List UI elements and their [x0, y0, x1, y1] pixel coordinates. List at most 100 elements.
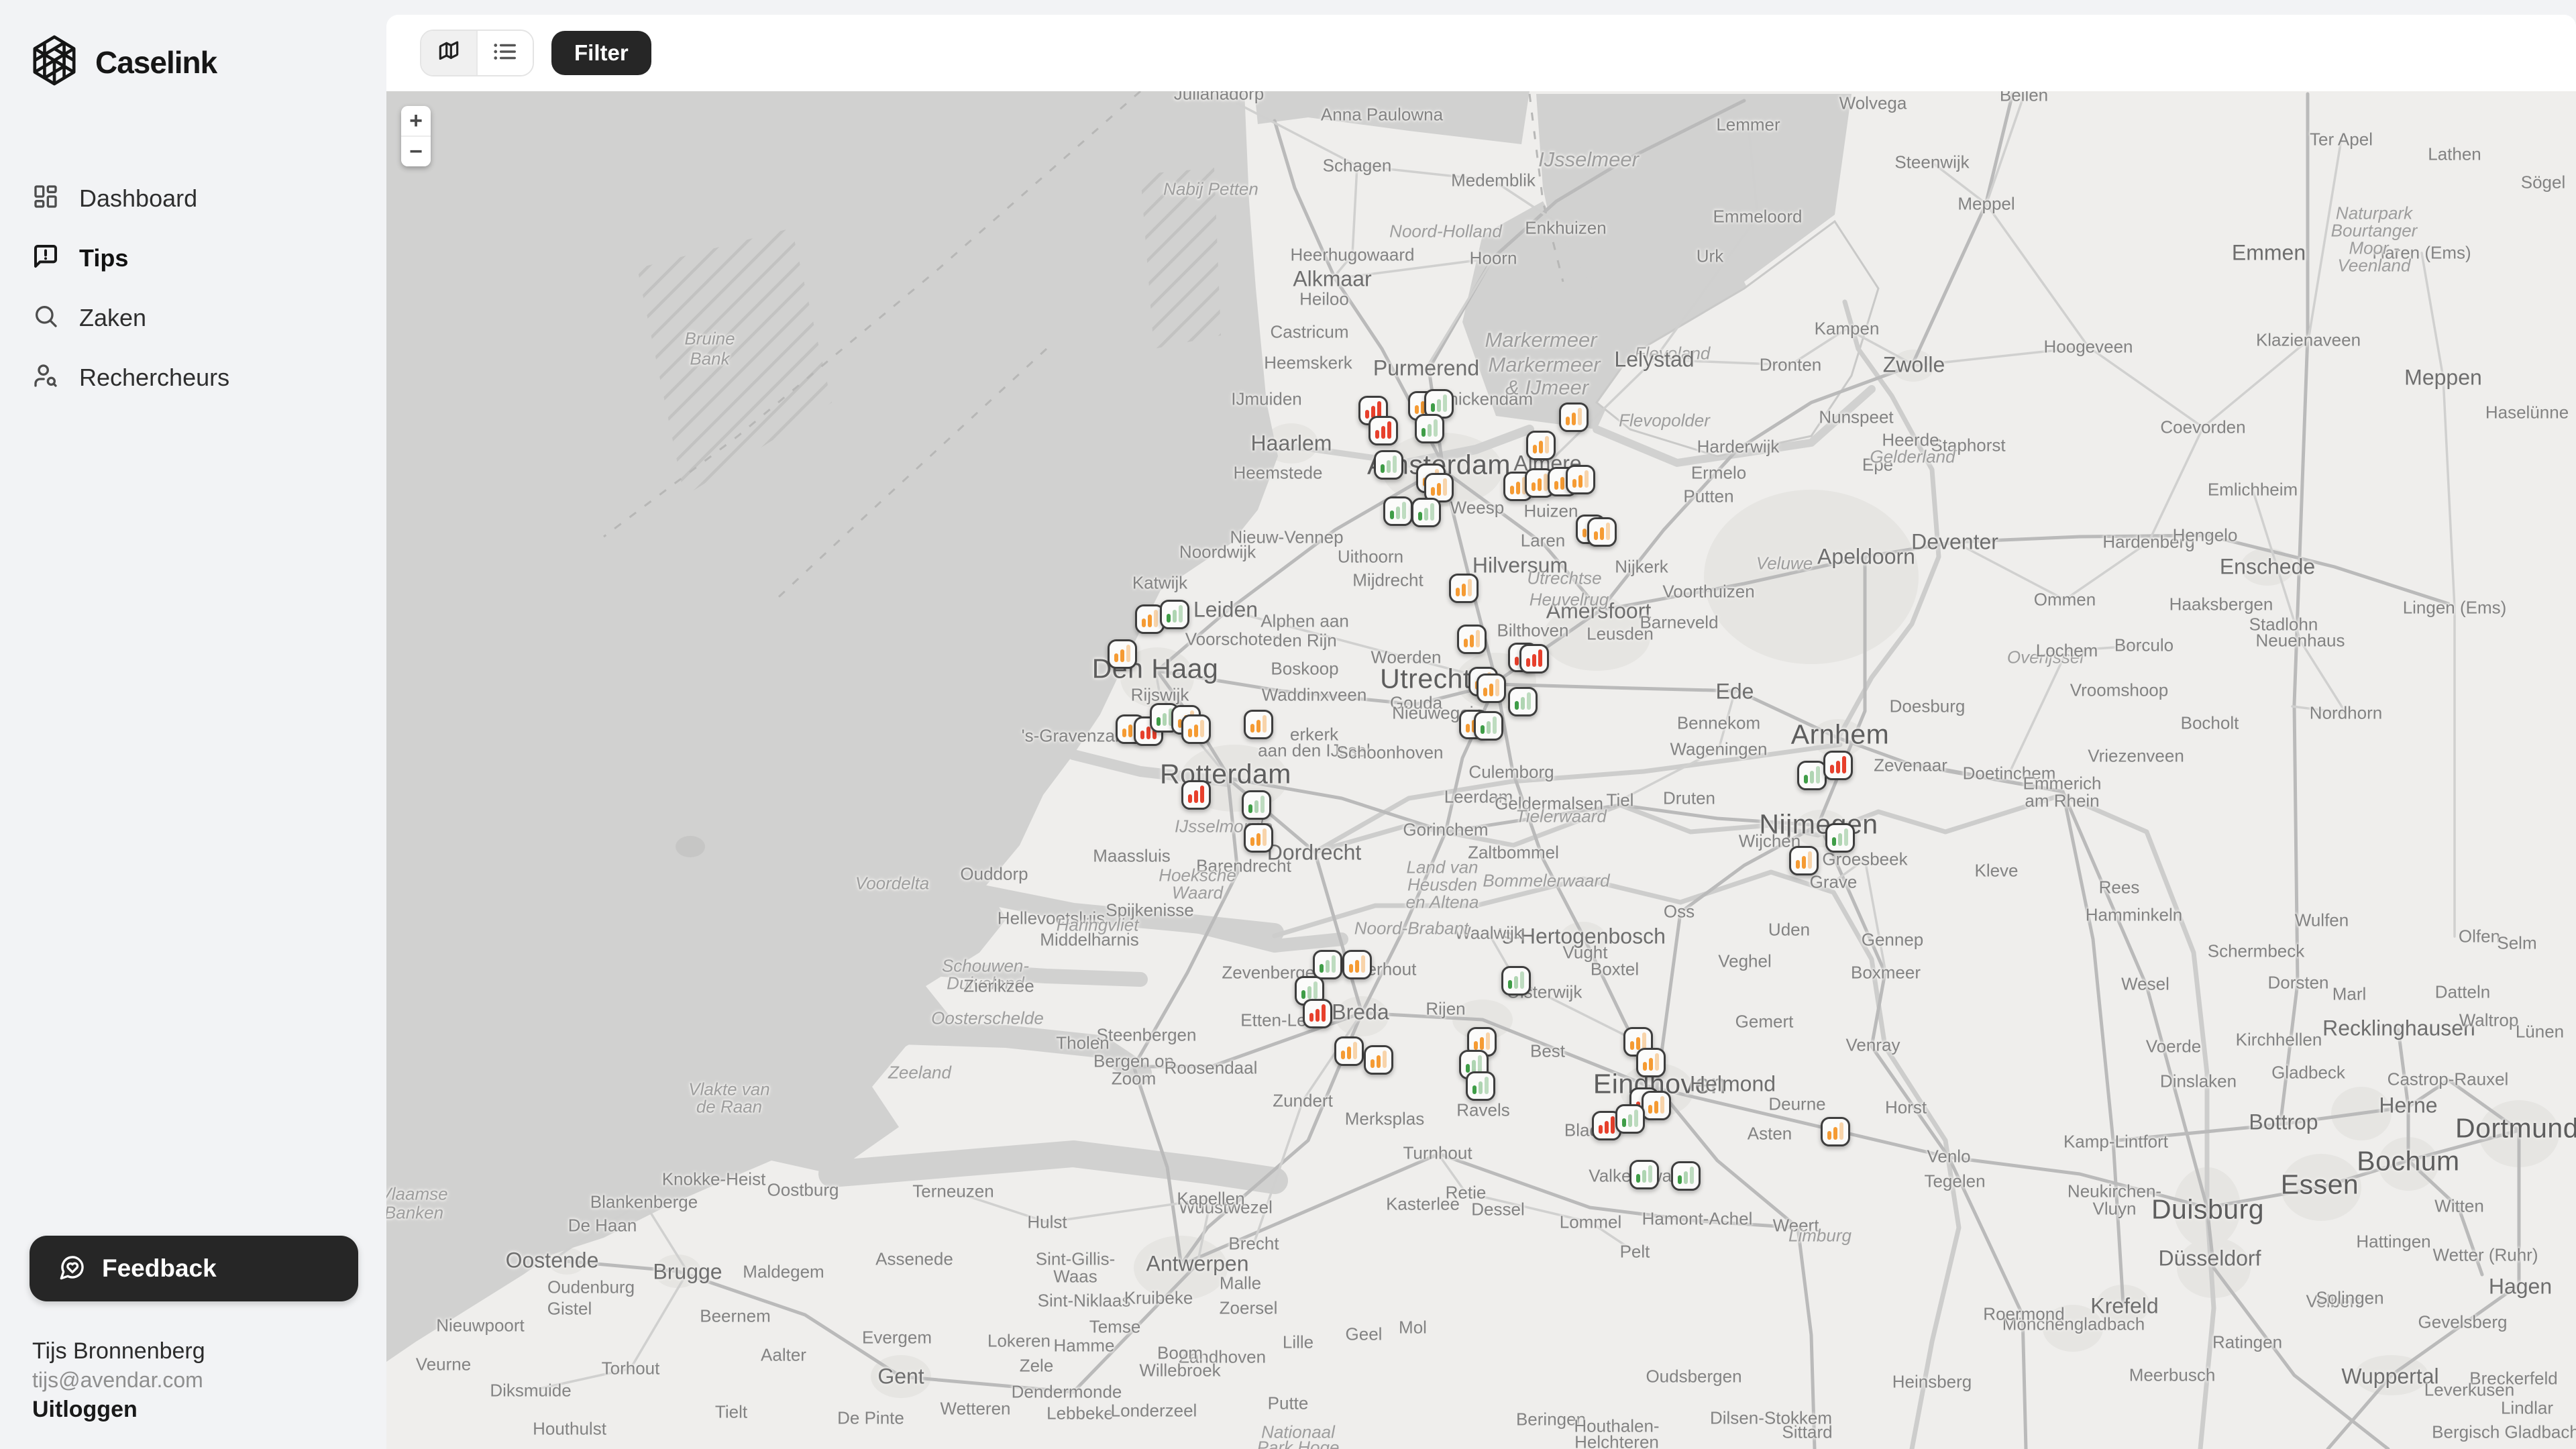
bar-chart-icon-bar	[1572, 479, 1576, 488]
bar-chart-icon-bar	[1527, 692, 1531, 710]
map-marker-level-2[interactable]	[1181, 714, 1211, 744]
bar-chart-icon-bar	[1532, 482, 1536, 491]
bar-chart-icon-bar	[1428, 424, 1432, 437]
bar-chart-icon-bar	[1443, 478, 1447, 496]
bar-chart-icon-bar	[1474, 1041, 1478, 1050]
map-marker-level-3[interactable]	[1519, 644, 1549, 674]
bar-chart-icon-bar	[1480, 1037, 1484, 1050]
bar-chart-icon-bar	[1260, 796, 1265, 813]
feedback-button[interactable]: Feedback	[30, 1236, 358, 1301]
bar-chart-icon-bar	[1605, 1121, 1609, 1134]
bar-chart-icon-bar	[1622, 1118, 1626, 1127]
map-marker-level-2[interactable]	[1587, 517, 1617, 547]
map-marker-level-2[interactable]	[1244, 710, 1273, 739]
map-marker-level-2[interactable]	[1364, 1045, 1393, 1075]
zoom-out-button[interactable]: −	[401, 136, 431, 166]
bar-chart-icon-bar	[1510, 486, 1514, 494]
bar-chart-icon-bar	[1468, 579, 1472, 596]
bar-chart-icon-bar	[1365, 410, 1369, 419]
map-marker-level-1[interactable]	[1501, 966, 1531, 996]
map-marker-level-1[interactable]	[1508, 687, 1538, 716]
bar-chart-icon-bar	[1341, 1051, 1345, 1059]
bar-chart-icon-bar	[1466, 1064, 1470, 1073]
map-marker-level-2[interactable]	[1821, 1117, 1850, 1146]
bar-chart-icon-bar	[1578, 408, 1582, 425]
bar-chart-icon-bar	[1200, 786, 1204, 803]
bar-chart-icon-bar	[1148, 614, 1152, 627]
bar-chart-icon-bar	[1188, 794, 1192, 803]
map-marker-level-1[interactable]	[1629, 1160, 1659, 1189]
bar-chart-icon-bar	[1402, 502, 1406, 519]
toolbar: Filter	[386, 15, 2576, 91]
sidebar-item-zaken[interactable]: Zaken	[0, 288, 386, 347]
sidebar-item-tips[interactable]: Tips	[0, 228, 386, 288]
map-marker-level-1[interactable]	[1313, 950, 1342, 979]
bar-chart-icon-bar	[1250, 837, 1254, 846]
bar-chart-icon-bar	[1515, 701, 1519, 710]
filter-button[interactable]: Filter	[551, 31, 651, 75]
map-marker-level-3[interactable]	[1823, 751, 1853, 780]
map-marker-level-1[interactable]	[1466, 1071, 1495, 1101]
bar-chart-icon-bar	[1636, 1037, 1640, 1050]
sidebar-item-dashboard[interactable]: Dashboard	[0, 168, 386, 228]
map-marker-level-1[interactable]	[1374, 450, 1403, 480]
sidebar-item-rechercheurs[interactable]: Rechercheurs	[0, 347, 386, 407]
bar-chart-icon-bar	[1538, 649, 1542, 667]
map-marker-level-2[interactable]	[1108, 639, 1137, 669]
map-marker-level-1[interactable]	[1383, 496, 1413, 526]
map-marker-level-1[interactable]	[1411, 498, 1441, 527]
map-marker-level-1[interactable]	[1671, 1161, 1701, 1191]
bar-chart-icon-bar	[1307, 986, 1311, 999]
map-marker-level-1[interactable]	[1160, 600, 1189, 629]
map-marker-level-2[interactable]	[1334, 1036, 1364, 1066]
bar-chart-icon-bar	[1489, 684, 1493, 696]
feedback-heart-bubble-icon	[59, 1254, 86, 1284]
bar-chart-icon-bar	[1415, 405, 1419, 414]
bar-chart-icon-bar	[1833, 1127, 1837, 1140]
bar-chart-icon-bar	[1167, 614, 1171, 623]
map-marker-level-1[interactable]	[1797, 761, 1827, 790]
map-marker-level-1[interactable]	[1474, 711, 1503, 741]
map-marker-level-2[interactable]	[1449, 574, 1479, 603]
bar-chart-icon-bar	[1173, 610, 1177, 623]
map-marker-level-2[interactable]	[1457, 625, 1487, 654]
bar-chart-icon-bar	[1628, 1114, 1632, 1127]
map-marker-level-2[interactable]	[1566, 465, 1595, 494]
map-marker-level-2[interactable]	[1636, 1048, 1666, 1077]
map-marker-level-2[interactable]	[1789, 846, 1819, 875]
map-marker-level-3[interactable]	[1368, 416, 1398, 445]
map-zoom-control: + −	[401, 106, 431, 166]
zoom-in-button[interactable]: +	[401, 106, 431, 136]
bar-chart-icon-bar	[1248, 804, 1252, 813]
map-marker-level-2[interactable]	[1559, 402, 1589, 432]
list-view-button[interactable]	[476, 31, 533, 75]
map-marker-level-1[interactable]	[1615, 1104, 1645, 1134]
bar-chart-icon-bar	[1538, 478, 1542, 491]
map-view-button[interactable]	[421, 31, 476, 75]
bar-chart-icon-bar	[1254, 800, 1258, 813]
bar-chart-icon-bar	[1154, 610, 1158, 627]
bar-chart-icon-bar	[1194, 724, 1198, 737]
bar-chart-icon-bar	[1521, 697, 1525, 710]
bar-chart-icon-bar	[1539, 441, 1543, 453]
map-marker-level-2[interactable]	[1477, 674, 1506, 703]
map-marker-level-1[interactable]	[1825, 823, 1855, 853]
map-marker-level-1[interactable]	[1415, 414, 1444, 443]
content-card: Filter + − JulianadorpAnna PaulownaNabij…	[386, 15, 2576, 1449]
sidebar-item-label: Dashboard	[79, 184, 197, 213]
bar-chart-icon-bar	[1481, 725, 1485, 734]
map-marker-level-1[interactable]	[1242, 790, 1271, 820]
view-toggle	[420, 30, 534, 76]
bar-chart-icon-bar	[1157, 717, 1161, 726]
map-marker-level-2[interactable]	[1642, 1091, 1671, 1120]
bar-chart-icon-bar	[1648, 1165, 1652, 1183]
map-marker-level-3[interactable]	[1181, 780, 1211, 810]
map-marker-level-3[interactable]	[1303, 999, 1332, 1028]
map-canvas[interactable]: + − JulianadorpAnna PaulownaNabij Petten…	[386, 91, 2576, 1449]
map-marker-level-2[interactable]	[1342, 950, 1372, 979]
logout-link[interactable]: Uitloggen	[32, 1394, 386, 1425]
map-marker-level-2[interactable]	[1244, 823, 1273, 853]
bar-chart-icon-bar	[1582, 529, 1587, 537]
map-marker-level-2[interactable]	[1526, 431, 1556, 460]
bar-chart-icon-bar	[1606, 523, 1610, 540]
